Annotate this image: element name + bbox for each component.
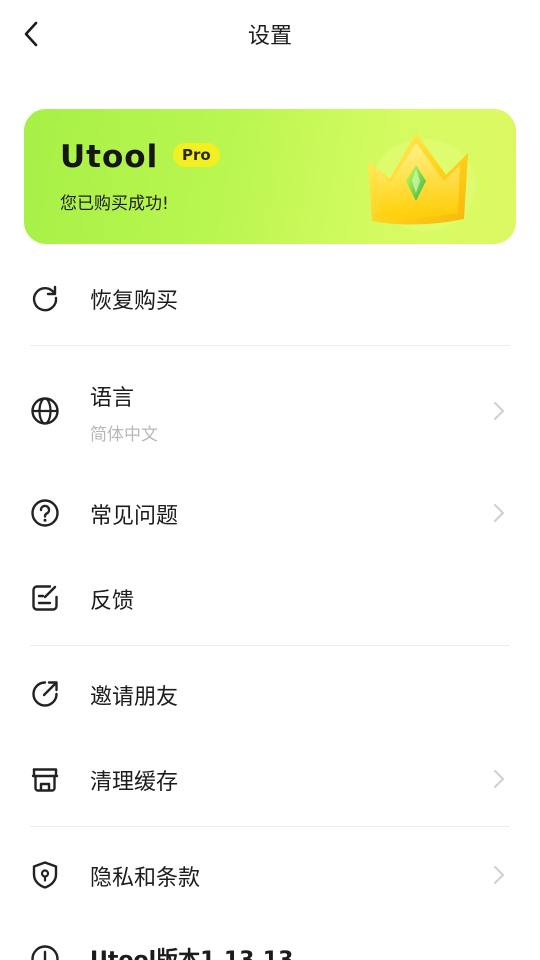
feedback-label: 反馈 (90, 589, 135, 614)
chevron-right-icon (494, 402, 504, 420)
language-row[interactable]: 语言 简体中文 (0, 372, 540, 452)
restore-purchase-label: 恢复购买 (90, 289, 179, 314)
brand-logo: Utool (60, 139, 159, 175)
chevron-right-icon (494, 504, 504, 522)
pro-badge: Pro (173, 143, 220, 167)
chevron-right-icon (494, 866, 504, 884)
language-value: 简体中文 (90, 425, 158, 445)
feedback-icon (32, 585, 58, 611)
invite-friends-row[interactable]: 邀请朋友 (0, 664, 540, 724)
share-arrow-icon (32, 681, 58, 707)
privacy-terms-row[interactable]: 隐私和条款 (0, 845, 540, 905)
refresh-icon (32, 285, 58, 312)
faq-row[interactable]: 常见问题 (0, 483, 540, 543)
crown-icon (368, 133, 476, 231)
trash-icon (31, 768, 59, 792)
purchase-status-text: 您已购买成功! (60, 194, 169, 214)
restore-purchase-row[interactable]: 恢复购买 (0, 268, 540, 328)
shield-icon (32, 861, 58, 889)
divider (30, 826, 510, 827)
header-bar: 设置 (0, 0, 540, 68)
question-circle-icon (31, 499, 59, 527)
divider (30, 645, 510, 646)
pro-banner[interactable]: Utool Pro 您已购买成功! (24, 109, 516, 244)
version-label: Utool版本1.13.13 (90, 942, 293, 960)
faq-label: 常见问题 (90, 504, 179, 529)
invite-friends-label: 邀请朋友 (90, 685, 179, 710)
chevron-right-icon (494, 770, 504, 788)
globe-icon (31, 397, 59, 425)
privacy-terms-label: 隐私和条款 (90, 866, 201, 891)
clear-cache-label: 清理缓存 (90, 770, 179, 795)
feedback-row[interactable]: 反馈 (0, 568, 540, 628)
divider (30, 345, 510, 346)
clear-cache-row[interactable]: 清理缓存 (0, 749, 540, 809)
language-label: 语言 (90, 386, 135, 411)
info-circle-icon (31, 945, 59, 960)
page-title: 设置 (247, 24, 292, 49)
version-row[interactable]: Utool版本1.13.13 (0, 930, 540, 960)
